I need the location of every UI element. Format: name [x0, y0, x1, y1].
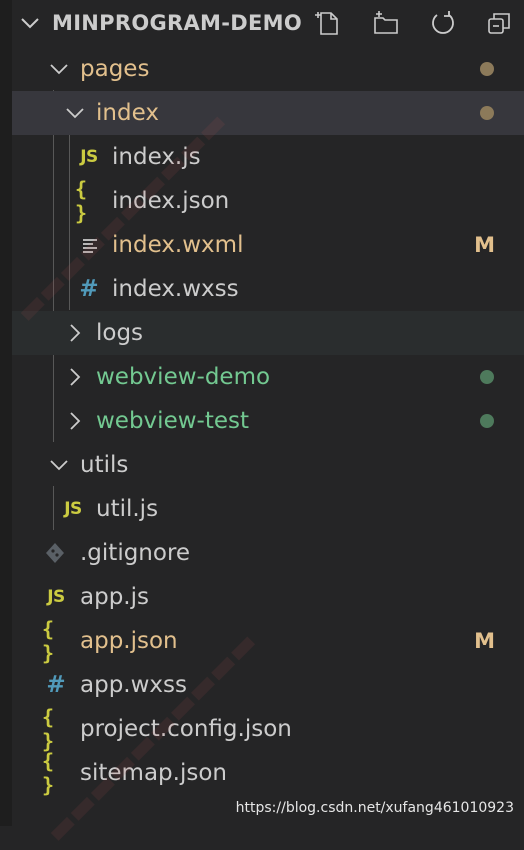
tree-file-project-config-json[interactable]: { } project.config.json: [12, 705, 524, 753]
git-file-icon: [46, 543, 64, 563]
new-folder-icon[interactable]: [372, 9, 400, 37]
source-url-watermark: https://blog.csdn.net/xufang461010923: [235, 800, 514, 816]
explorer-section-header[interactable]: MINPROGRAM-DEMO: [12, 0, 524, 46]
chevron-right-icon[interactable]: [64, 366, 86, 388]
css-file-icon: #: [79, 276, 99, 302]
tree-file-util-js[interactable]: JS util.js: [12, 487, 524, 531]
untracked-indicator: [480, 414, 494, 428]
tree-folder-webview-demo[interactable]: webview-demo: [12, 355, 524, 399]
tree-item-label: sitemap.json: [80, 760, 227, 786]
tree-item-label: app.wxss: [80, 672, 187, 698]
tree-item-label: utils: [80, 452, 129, 478]
tree-item-label: .gitignore: [80, 540, 191, 566]
tree-item-label: app.js: [80, 584, 149, 610]
text-file-icon: [83, 239, 97, 253]
json-file-icon: { }: [42, 617, 55, 665]
chevron-right-icon[interactable]: [64, 410, 86, 432]
tree-item-label: index.json: [112, 188, 230, 214]
left-edge-strip: [0, 0, 12, 826]
git-modified-badge: M: [474, 629, 495, 653]
javascript-file-icon: JS: [80, 147, 98, 167]
tree-file-index-wxss[interactable]: # index.wxss: [12, 267, 524, 311]
tree-file-sitemap-json[interactable]: { } sitemap.json: [12, 749, 524, 797]
tree-item-label: webview-test: [96, 408, 249, 434]
refresh-icon[interactable]: [429, 9, 457, 37]
json-file-icon: { }: [75, 177, 88, 225]
git-modified-badge: M: [474, 233, 495, 257]
tree-folder-index[interactable]: index: [12, 91, 524, 135]
tree-file-index-wxml[interactable]: index.wxml M: [12, 223, 524, 267]
modified-indicator: [480, 62, 494, 76]
tree-file-app-wxss[interactable]: # app.wxss: [12, 663, 524, 707]
tree-file-gitignore[interactable]: .gitignore: [12, 531, 524, 575]
json-file-icon: { }: [42, 705, 55, 753]
tree-item-label: webview-demo: [96, 364, 271, 390]
tree-file-app-json[interactable]: { } app.json M: [12, 617, 524, 665]
tree-file-index-json[interactable]: { } index.json: [12, 177, 524, 225]
tree-folder-pages[interactable]: pages: [12, 47, 524, 91]
tree-item-label: index.js: [112, 144, 201, 170]
chevron-down-icon[interactable]: [64, 102, 86, 124]
javascript-file-icon: JS: [47, 587, 65, 607]
chevron-down-icon[interactable]: [48, 58, 70, 80]
collapse-all-icon[interactable]: [485, 9, 513, 37]
tree-folder-webview-test[interactable]: webview-test: [12, 399, 524, 443]
tree-file-index-js[interactable]: JS index.js: [12, 135, 524, 179]
tree-folder-logs[interactable]: logs: [12, 311, 524, 355]
javascript-file-icon: JS: [64, 499, 82, 519]
tree-item-label: logs: [96, 320, 144, 346]
css-file-icon: #: [46, 672, 66, 698]
tree-item-label: app.json: [80, 628, 178, 654]
tree-item-label: index.wxml: [112, 232, 244, 258]
tree-item-label: index.wxss: [112, 276, 239, 302]
tree-file-app-js[interactable]: JS app.js: [12, 575, 524, 619]
tree-item-label: index: [96, 100, 159, 126]
tree-item-label: project.config.json: [80, 716, 292, 742]
modified-indicator: [480, 106, 494, 120]
tree-item-label: pages: [80, 56, 150, 82]
chevron-right-icon[interactable]: [64, 322, 86, 344]
chevron-down-icon[interactable]: [48, 454, 70, 476]
untracked-indicator: [480, 370, 494, 384]
workspace-title: MINPROGRAM-DEMO: [52, 11, 302, 35]
chevron-down-icon[interactable]: [19, 12, 41, 34]
json-file-icon: { }: [42, 749, 55, 797]
tree-folder-utils[interactable]: utils: [12, 443, 524, 487]
new-file-icon[interactable]: [315, 9, 343, 37]
tree-item-label: util.js: [96, 496, 159, 522]
